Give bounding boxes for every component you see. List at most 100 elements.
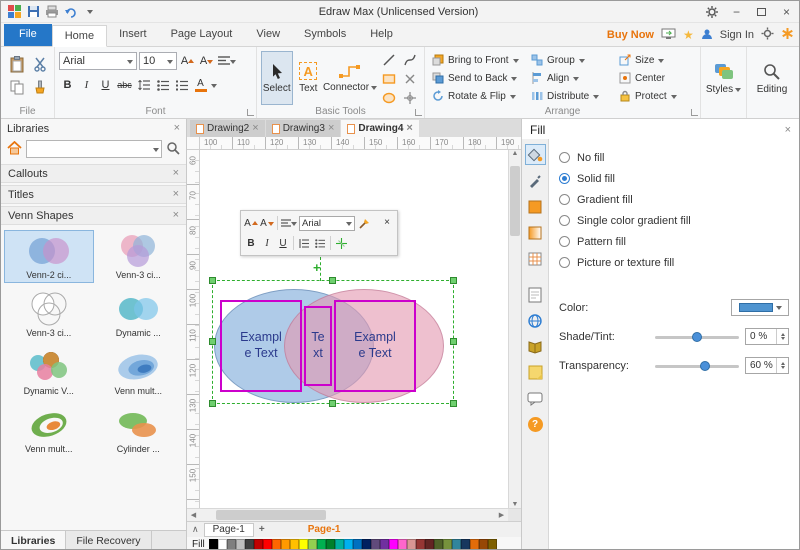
palette-swatch[interactable] bbox=[281, 539, 290, 550]
scroll-right-icon[interactable]: ▶ bbox=[495, 511, 508, 519]
mini-font-combo[interactable]: Arial bbox=[299, 216, 355, 231]
distribute-button[interactable]: Distribute bbox=[528, 87, 616, 105]
palette-swatch[interactable] bbox=[371, 539, 380, 550]
rotate-flip-button[interactable]: Rotate & Flip bbox=[429, 87, 528, 105]
line-tool-icon[interactable] bbox=[379, 51, 399, 69]
palette-swatch[interactable] bbox=[434, 539, 443, 550]
palette-swatch[interactable] bbox=[299, 539, 308, 550]
shade-tint-slider[interactable] bbox=[655, 331, 739, 343]
connector-tool-button[interactable]: Connector bbox=[324, 51, 376, 105]
spin-arrows[interactable] bbox=[776, 329, 788, 344]
palette-swatch[interactable] bbox=[389, 539, 398, 550]
line-style-tool-icon[interactable] bbox=[525, 170, 546, 191]
italic-button[interactable]: I bbox=[78, 77, 95, 94]
comment-tool-icon[interactable] bbox=[525, 388, 546, 409]
section-close-icon[interactable]: × bbox=[173, 168, 179, 179]
selection-handle[interactable] bbox=[329, 277, 336, 284]
palette-swatch[interactable] bbox=[416, 539, 425, 550]
doc-tab-drawing4[interactable]: Drawing4 × bbox=[341, 120, 418, 137]
fill-option-solid-fill[interactable]: Solid fill bbox=[559, 168, 789, 189]
transparency-slider[interactable] bbox=[655, 360, 739, 372]
bring-to-front-button[interactable]: Bring to Front bbox=[429, 51, 528, 69]
help-icon[interactable]: ? bbox=[525, 414, 546, 435]
attachment-tool-icon[interactable] bbox=[525, 336, 546, 357]
drawing-canvas[interactable]: A A Arial bbox=[200, 150, 508, 508]
font-size-combo[interactable]: 10 bbox=[139, 52, 177, 70]
sign-in-link[interactable]: Sign In bbox=[720, 29, 754, 41]
palette-swatch[interactable] bbox=[308, 539, 317, 550]
editing-button[interactable]: Editing bbox=[751, 51, 793, 107]
tab-page-layout[interactable]: Page Layout bbox=[159, 24, 245, 46]
grid-tool-icon[interactable] bbox=[400, 89, 420, 107]
palette-swatch[interactable] bbox=[470, 539, 479, 550]
library-section-titles[interactable]: Titles × bbox=[1, 185, 186, 204]
hyperlink-tool-icon[interactable] bbox=[525, 310, 546, 331]
palette-swatch[interactable] bbox=[407, 539, 416, 550]
fill-option-single-color-gradient-fill[interactable]: Single color gradient fill bbox=[559, 210, 789, 231]
tab-view[interactable]: View bbox=[244, 24, 292, 46]
selection-handle[interactable] bbox=[209, 338, 216, 345]
tab-file-recovery[interactable]: File Recovery bbox=[66, 531, 151, 550]
redo-dropdown-icon[interactable] bbox=[82, 4, 98, 20]
underline-button[interactable]: U bbox=[97, 77, 114, 94]
spin-down-icon[interactable] bbox=[781, 337, 785, 342]
selection-handle[interactable] bbox=[450, 400, 457, 407]
search-icon[interactable] bbox=[166, 141, 180, 158]
scroll-up-icon[interactable]: ▲ bbox=[512, 150, 519, 157]
palette-swatch[interactable] bbox=[479, 539, 488, 550]
palette-swatch[interactable] bbox=[290, 539, 299, 550]
language-asterisk-icon[interactable] bbox=[781, 27, 794, 43]
shape-dynamic-venn[interactable]: Dynamic ... bbox=[94, 288, 184, 341]
bullet-list-button[interactable] bbox=[154, 77, 171, 94]
select-tool-button[interactable]: Select bbox=[261, 51, 293, 105]
palette-swatch[interactable] bbox=[353, 539, 362, 550]
shape-venn-multiset[interactable]: Venn mult... bbox=[94, 346, 184, 399]
palette-swatch[interactable] bbox=[488, 539, 497, 550]
gear-icon[interactable] bbox=[761, 27, 774, 43]
numbered-list-button[interactable] bbox=[173, 77, 190, 94]
horizontal-scroll-thumb[interactable] bbox=[216, 510, 326, 520]
tab-libraries[interactable]: Libraries bbox=[1, 531, 66, 550]
maximize-button[interactable] bbox=[749, 1, 774, 22]
palette-swatch[interactable] bbox=[263, 539, 272, 550]
fill-panel-close-icon[interactable]: × bbox=[785, 125, 791, 136]
doc-tab-drawing2[interactable]: Drawing2 × bbox=[190, 120, 265, 137]
selection-handle[interactable] bbox=[209, 400, 216, 407]
spin-up-icon[interactable] bbox=[781, 331, 785, 336]
palette-swatch[interactable] bbox=[335, 539, 344, 550]
format-painter-icon[interactable] bbox=[30, 77, 50, 97]
palette-swatch[interactable] bbox=[218, 539, 227, 550]
palette-swatch[interactable] bbox=[461, 539, 470, 550]
fill-option-pattern-fill[interactable]: Pattern fill bbox=[559, 231, 789, 252]
mini-spacing-button[interactable] bbox=[297, 235, 311, 251]
close-button[interactable]: × bbox=[774, 1, 799, 22]
mini-grow-font-button[interactable]: A bbox=[244, 215, 258, 231]
selection-handle[interactable] bbox=[329, 400, 336, 407]
palette-swatch[interactable] bbox=[317, 539, 326, 550]
paste-icon[interactable] bbox=[7, 54, 27, 74]
rectangle-tool-icon[interactable] bbox=[379, 70, 399, 88]
shrink-font-button[interactable]: A bbox=[198, 53, 215, 70]
palette-swatch[interactable] bbox=[452, 539, 461, 550]
slider-thumb[interactable] bbox=[692, 332, 702, 342]
fill-option-no-fill[interactable]: No fill bbox=[559, 147, 789, 168]
doc-tab-drawing3[interactable]: Drawing3 × bbox=[266, 120, 341, 137]
palette-swatch[interactable] bbox=[344, 539, 353, 550]
rate-star-icon[interactable]: ★ bbox=[683, 29, 694, 41]
settings-gear-icon[interactable] bbox=[699, 1, 724, 22]
palette-swatch[interactable] bbox=[245, 539, 254, 550]
shade-tint-spinbox[interactable]: 0 % bbox=[745, 328, 789, 345]
align-dropdown-button[interactable] bbox=[217, 53, 237, 70]
section-close-icon[interactable]: × bbox=[173, 210, 179, 221]
gradient-tool-icon[interactable] bbox=[525, 222, 546, 243]
page-setup-tool-icon[interactable] bbox=[525, 284, 546, 305]
selection-handle[interactable] bbox=[450, 277, 457, 284]
tab-home[interactable]: Home bbox=[52, 25, 107, 47]
shape-venn-multiset-rings[interactable]: Venn mult... bbox=[4, 404, 94, 457]
library-section-callouts[interactable]: Callouts × bbox=[1, 164, 186, 183]
shape-venn3-outline[interactable]: Venn-3 ci... bbox=[4, 288, 94, 341]
mini-align-button[interactable] bbox=[281, 215, 297, 231]
palette-swatch[interactable] bbox=[272, 539, 281, 550]
mini-underline-button[interactable]: U bbox=[276, 235, 290, 251]
shape-venn2[interactable]: Venn-2 ci... bbox=[4, 230, 94, 283]
